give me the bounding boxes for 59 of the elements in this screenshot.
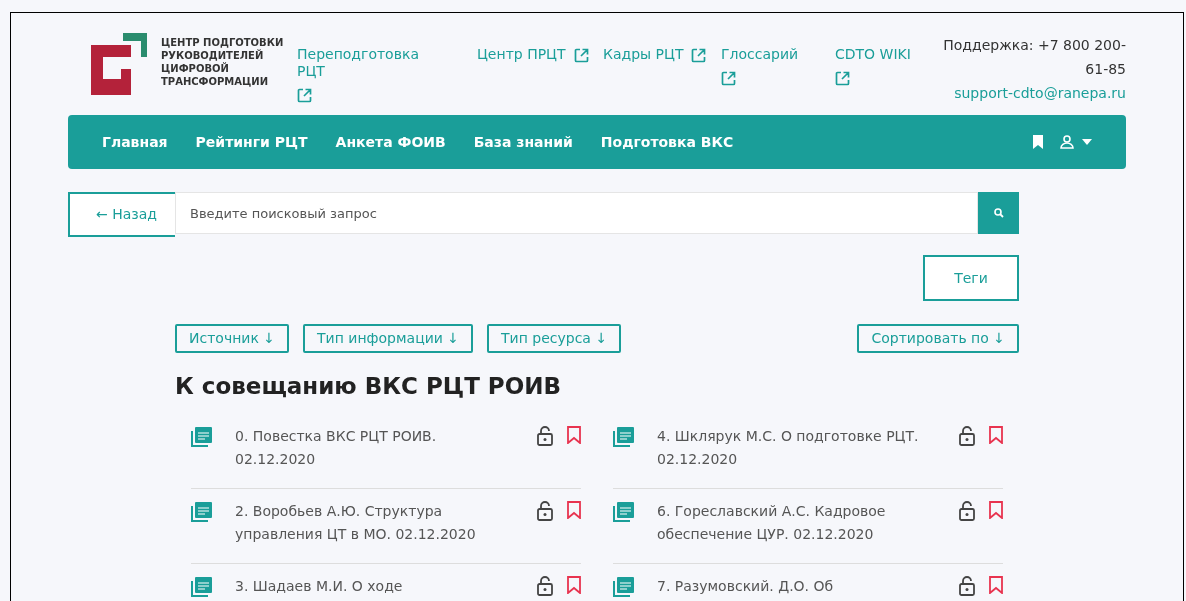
filter-button[interactable]: Источник ↓	[175, 324, 290, 353]
bookmark-icon[interactable]	[567, 425, 581, 444]
document-link[interactable]: 3. Шадаев М.И. О ходе	[235, 574, 515, 598]
bookmark-icon[interactable]	[1032, 135, 1044, 149]
caret-icon	[1082, 139, 1092, 145]
back-button[interactable]: ← Назад	[68, 192, 175, 237]
external-link-icon	[573, 48, 589, 63]
filter-button[interactable]: Тип информации ↓	[303, 324, 474, 353]
header-link[interactable]: CDTO WIKI	[835, 46, 925, 86]
search-field[interactable]: Введите поисковый запрос	[175, 192, 978, 234]
lock-icon[interactable]	[537, 425, 553, 446]
nav-link[interactable]: Рейтинги РЦТ	[195, 131, 308, 153]
bookmark-icon[interactable]	[989, 425, 1003, 444]
sort-button[interactable]: Сортировать по ↓	[857, 324, 1019, 353]
pdf-file-icon	[613, 576, 635, 597]
external-link-icon	[297, 88, 312, 103]
lock-icon[interactable]	[537, 575, 553, 596]
bookmark-icon[interactable]	[567, 575, 581, 594]
support-email-link[interactable]: support-cdto@ranepa.ru	[954, 81, 1126, 105]
logo-text-line: РУКОВОДИТЕЛЕЙ	[161, 49, 265, 62]
search-button[interactable]	[978, 192, 1019, 234]
tags-button[interactable]: Теги	[923, 255, 1019, 301]
user-menu-button[interactable]	[1060, 135, 1092, 149]
header-link[interactable]: Кадры РЦТ	[603, 46, 707, 63]
document-link[interactable]: 0. Повестка ВКС РЦТ РОИВ. 02.12.2020	[235, 424, 515, 471]
document-link[interactable]: 4. Шклярук М.С. О подготовке РЦТ. 02.12.2020	[657, 424, 937, 471]
document-link[interactable]: 2. Воробьев А.Ю. Структура управления ЦТ в МО. 02.12.2020	[235, 499, 515, 546]
external-link-icon	[721, 71, 736, 86]
header-link[interactable]: Глоссарий	[721, 46, 817, 86]
lock-icon[interactable]	[959, 575, 975, 596]
header-link[interactable]: Центр ПРЦТ	[477, 46, 589, 63]
external-link-icon	[835, 71, 850, 86]
nav-link[interactable]: Анкета ФОИВ	[335, 131, 446, 153]
lock-icon[interactable]	[959, 425, 975, 446]
user-icon	[1060, 135, 1074, 149]
document-link[interactable]: 6. Гореславский А.С. Кадровое обеспечение ЦУР. 02.12.2020	[657, 499, 937, 546]
pdf-file-icon	[613, 501, 635, 522]
nav-link[interactable]: Подготовка ВКС	[600, 131, 734, 153]
bookmark-icon[interactable]	[989, 500, 1003, 519]
document-link[interactable]: 7. Разумовский. Д.О. Об	[657, 574, 937, 598]
logo-text-line: ЦИФРОВОЙ	[161, 62, 230, 75]
filter-button[interactable]: Тип ресурса ↓	[487, 324, 622, 353]
logo-text-line: ЦЕНТР ПОДГОТОВКИ	[161, 36, 284, 49]
bookmark-icon[interactable]	[567, 500, 581, 519]
logo-text-line: ТРАНСФОРМАЦИИ	[161, 75, 270, 88]
external-link-icon	[691, 48, 707, 63]
header-link[interactable]: Переподготовка РЦТ	[297, 46, 447, 103]
search-icon	[993, 208, 1004, 218]
section-heading: К совещанию ВКС РЦТ РОИВ	[175, 372, 562, 401]
support-phone: Поддержка: +7 800 200-61-85	[942, 36, 1126, 79]
lock-icon[interactable]	[537, 500, 553, 521]
bookmark-icon[interactable]	[989, 575, 1003, 594]
pdf-file-icon	[191, 426, 213, 447]
pdf-file-icon	[191, 501, 213, 522]
nav-link[interactable]: Главная	[102, 131, 168, 153]
nav-link[interactable]: База знаний	[473, 131, 573, 153]
pdf-file-icon	[191, 576, 213, 597]
lock-icon[interactable]	[959, 500, 975, 521]
pdf-file-icon	[613, 426, 635, 447]
